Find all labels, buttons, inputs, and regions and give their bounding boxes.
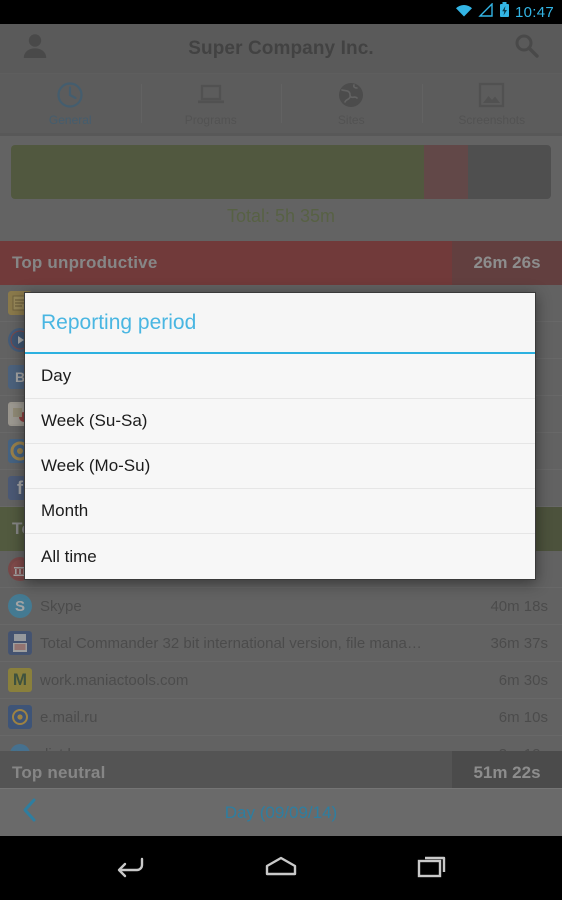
dialog-option-list: Day Week (Su-Sa) Week (Mo-Su) Month All … [25, 354, 535, 579]
home-icon [263, 854, 299, 883]
system-nav-bar [0, 836, 562, 900]
tab-general-label: General [48, 113, 92, 127]
action-bar: Super Company Inc. [0, 24, 562, 74]
section-time-unproductive: 26m 26s [452, 241, 562, 285]
tab-bar: General Programs Sites Screenshots [0, 74, 562, 136]
row-time: 40m 18s [490, 597, 548, 615]
laptop-icon [196, 80, 226, 110]
dialog-option-week-susa[interactable]: Week (Su-Sa) [25, 399, 535, 444]
table-row[interactable]: Total Commander 32 bit international ver… [0, 625, 562, 662]
globe-icon [337, 80, 365, 110]
recents-icon [416, 853, 450, 884]
app-root: 10:47 Super Company Inc. General Program… [0, 0, 562, 900]
tab-programs[interactable]: Programs [140, 74, 282, 133]
row-name: Skype [40, 597, 82, 615]
row-name: e.mail.ru [40, 708, 98, 726]
home-button[interactable] [255, 854, 307, 883]
total-time-label: Total: 5h 35m [226, 206, 336, 226]
tab-screenshots-label: Screenshots [458, 113, 526, 127]
search-icon [513, 32, 541, 65]
person-icon [20, 31, 50, 66]
tab-sites[interactable]: Sites [281, 74, 422, 133]
signal-icon [478, 1, 494, 22]
back-icon [112, 853, 146, 884]
clock-icon [56, 80, 84, 110]
dialog-option-week-mosu[interactable]: Week (Mo-Su) [25, 444, 535, 489]
section-title-neutral: Top neutral [12, 763, 106, 782]
period-footer: Day (09/09/14) [0, 788, 562, 836]
picture-icon [478, 80, 505, 110]
dialog-option-month[interactable]: Month [25, 489, 535, 534]
floppy-icon [0, 631, 40, 655]
battery-charging-icon [499, 1, 510, 23]
maniactools-icon: M [0, 668, 40, 692]
reporting-period-dialog: Reporting period Day Week (Su-Sa) Week (… [24, 292, 536, 580]
status-clock: 10:47 [514, 3, 554, 21]
row-time: 36m 37s [490, 634, 548, 652]
row-name: work.maniactools.com [40, 671, 189, 689]
tab-screenshots[interactable]: Screenshots [421, 74, 562, 133]
page-title: Super Company Inc. [188, 37, 374, 59]
section-header-unproductive[interactable]: Top unproductive 26m 26s [0, 241, 562, 285]
recents-button[interactable] [407, 853, 459, 884]
table-row[interactable]: M work.maniactools.com 6m 30s [0, 662, 562, 699]
summary-panel: Total: 5h 35m [0, 136, 562, 241]
dialog-option-day[interactable]: Day [25, 354, 535, 399]
wifi-icon [455, 3, 473, 22]
bar-segment-neutral [468, 145, 551, 199]
search-button[interactable] [492, 32, 562, 65]
section-title-unproductive: Top unproductive [12, 253, 158, 272]
row-time: 6m 30s [498, 671, 548, 689]
current-period-label[interactable]: Day (09/09/14) [0, 803, 562, 823]
back-button[interactable] [103, 853, 155, 884]
tab-sites-label: Sites [337, 113, 365, 127]
profile-button[interactable] [0, 31, 70, 66]
bar-segment-productive [11, 145, 425, 199]
dialog-title: Reporting period [25, 293, 535, 354]
row-name: Total Commander 32 bit international ver… [40, 634, 422, 652]
table-row[interactable]: S Skype 40m 18s [0, 588, 562, 625]
skype-icon: S [0, 594, 40, 618]
row-time: 6m 10s [498, 708, 548, 726]
status-bar: 10:47 [0, 0, 562, 24]
dialog-option-all-time[interactable]: All time [25, 534, 535, 579]
bar-segment-unproductive [424, 145, 469, 199]
time-distribution-bar [11, 145, 551, 199]
table-row[interactable]: e.mail.ru 6m 10s [0, 699, 562, 736]
tab-general[interactable]: General [0, 74, 141, 133]
tab-programs-label: Programs [184, 113, 237, 127]
mailru-icon [0, 705, 40, 729]
